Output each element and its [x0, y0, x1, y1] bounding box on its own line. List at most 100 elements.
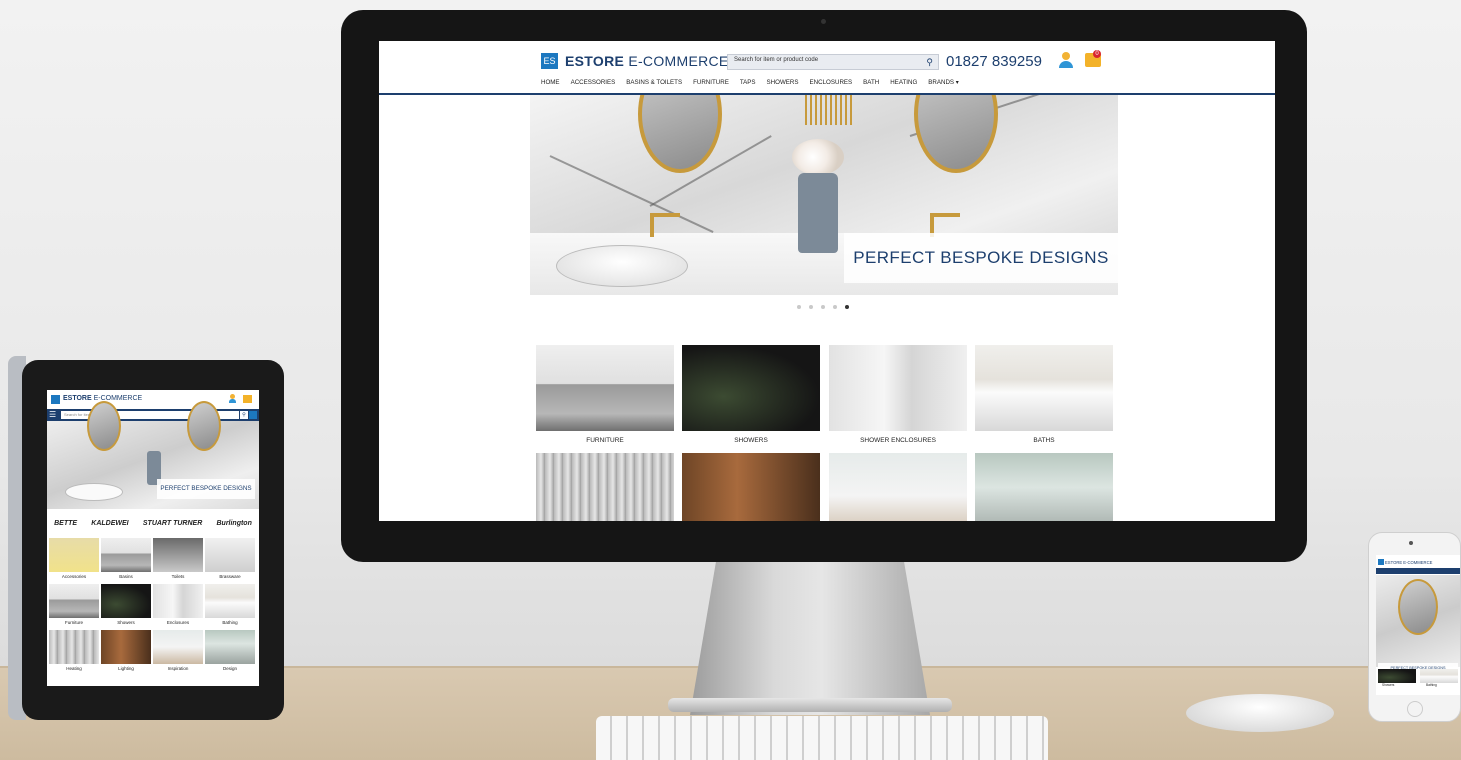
desktop-monitor: ES ESTORE E-COMMERCE Search for item or … [341, 10, 1307, 562]
tile-enclosures[interactable]: Enclosures [153, 584, 203, 625]
search-icon[interactable]: ⚲ [240, 411, 248, 419]
category-image [682, 345, 820, 431]
tile-label: Basins [119, 574, 133, 579]
category-baths[interactable]: BATHS [975, 345, 1113, 444]
logo-rest: E-COMMERCE [624, 53, 729, 69]
nav-home[interactable]: HOME [541, 79, 560, 86]
tile-label: Design [222, 666, 237, 671]
carousel-dot-active[interactable] [845, 305, 849, 309]
category-image [536, 453, 674, 521]
phone-number[interactable]: 01827 839259 [946, 53, 1042, 70]
flowers [792, 139, 844, 175]
hero-caption: PERFECT BESPOKE DESIGNS [844, 233, 1118, 283]
nav-taps[interactable]: TAPS [740, 79, 756, 86]
tablet-hero-caption: PERFECT BESPOKE DESIGNS [157, 479, 255, 499]
phone-hero-banner[interactable]: PERFECT BESPOKE DESIGNS [1376, 575, 1460, 674]
tile-label: Lighting [118, 666, 134, 671]
site-header: ES ESTORE E-COMMERCE Search for item or … [379, 41, 1275, 95]
nav-accessories[interactable]: ACCESSORIES [571, 79, 616, 86]
tablet-hero-banner[interactable]: PERFECT BESPOKE DESIGNS [47, 401, 259, 509]
tile-label: Inspiration [167, 666, 189, 671]
tile-label: Furniture [64, 620, 83, 625]
logo-badge[interactable]: ES [541, 53, 558, 69]
nav-heating[interactable]: HEATING [890, 79, 917, 86]
category-showers[interactable]: SHOWERS [682, 345, 820, 444]
carousel-dot[interactable] [809, 305, 813, 309]
tile-label: Showers [117, 620, 135, 625]
phone-logo-text[interactable]: ESTORE E-COMMERCE [1385, 560, 1432, 565]
home-button [1407, 701, 1423, 717]
tile-bathing[interactable]: Bathing [205, 584, 255, 625]
phone-search-bar[interactable] [1376, 568, 1460, 574]
tablet-logo-bold: ESTORE [63, 395, 92, 402]
brand-kaldewei[interactable]: KALDEWEI [91, 520, 128, 527]
vase [798, 173, 838, 253]
brand-bette[interactable]: BETTE [54, 520, 77, 527]
phone-screen: ESTORE E-COMMERCE PERFECT BESPOKE DESIGN… [1376, 555, 1460, 695]
hero-banner[interactable]: PERFECT BESPOKE DESIGNS [530, 95, 1118, 295]
account-icon[interactable] [229, 394, 236, 404]
phone-logo-badge[interactable] [1378, 559, 1384, 565]
category-label: FURNITURE [586, 437, 624, 444]
desktop-screen: ES ESTORE E-COMMERCE Search for item or … [379, 41, 1275, 521]
nav-basins-toilets[interactable]: BASINS & TOILETS [626, 79, 682, 86]
carousel-dot[interactable] [833, 305, 837, 309]
tile-label: Enclosures [166, 620, 190, 625]
category-heating[interactable] [536, 453, 674, 521]
category-image [975, 453, 1113, 521]
nav-enclosures[interactable]: ENCLOSURES [810, 79, 853, 86]
nav-showers[interactable]: SHOWERS [767, 79, 799, 86]
menu-icon[interactable]: ☰ [49, 411, 56, 419]
search-icon[interactable]: ⚲ [926, 57, 933, 68]
category-furniture[interactable]: FURNITURE [536, 345, 674, 444]
brand-burlington[interactable]: Burlington [216, 520, 251, 527]
monitor-stand [690, 545, 930, 715]
keyboard [596, 716, 1048, 760]
tile-heating[interactable]: Heating [49, 630, 99, 671]
category-label: SHOWER ENCLOSURES [860, 437, 936, 444]
tile-inspiration[interactable]: Inspiration [153, 630, 203, 671]
tile-showers[interactable]: Showers [101, 584, 151, 625]
tile-toilets[interactable]: Toilets [153, 538, 203, 579]
category-design[interactable] [975, 453, 1113, 521]
logo-text[interactable]: ESTORE E-COMMERCE [565, 53, 729, 69]
category-lighting[interactable] [682, 453, 820, 521]
tile-accessories[interactable]: Accessories [49, 538, 99, 579]
mirror-left [87, 401, 121, 451]
tile-lighting[interactable]: Lighting [101, 630, 151, 671]
tile-label: Heating [66, 666, 82, 671]
tablet-logo-badge[interactable] [51, 395, 60, 404]
phone-icon[interactable] [249, 411, 257, 419]
tile-brassware[interactable]: Brassware [205, 538, 255, 579]
main-nav: HOME ACCESSORIES BASINS & TOILETS FURNIT… [541, 79, 959, 86]
tile-label: Bathing [222, 620, 238, 625]
mouse [1186, 694, 1334, 732]
tile-label: Accessories [61, 574, 87, 579]
tile-furniture[interactable]: Furniture [49, 584, 99, 625]
basket-icon[interactable] [243, 395, 252, 403]
brand-stuart-turner[interactable]: STUART TURNER [143, 520, 202, 527]
phone-device: ESTORE E-COMMERCE PERFECT BESPOKE DESIGN… [1368, 532, 1461, 722]
category-inspiration[interactable] [829, 453, 967, 521]
chandelier [805, 95, 853, 125]
sink [65, 483, 123, 501]
nav-bath[interactable]: BATH [863, 79, 879, 86]
search-input[interactable]: Search for item or product code ⚲ [727, 54, 939, 70]
mirror-right [914, 95, 998, 173]
category-image [829, 345, 967, 431]
category-shower-enclosures[interactable]: SHOWER ENCLOSURES [829, 345, 967, 444]
search-placeholder: Search for item or product code [734, 57, 819, 63]
phone-tile-label: Showers [1382, 683, 1395, 687]
tile-basins[interactable]: Basins [101, 538, 151, 579]
category-label: SHOWERS [734, 437, 768, 444]
account-icon[interactable] [1059, 52, 1073, 68]
nav-brands[interactable]: BRANDS ▾ [928, 79, 959, 86]
tile-design[interactable]: Design [205, 630, 255, 671]
nav-furniture[interactable]: FURNITURE [693, 79, 729, 86]
phone-tile-image[interactable] [1378, 669, 1416, 683]
sink-left [556, 245, 688, 287]
carousel-dot[interactable] [821, 305, 825, 309]
logo-bold: ESTORE [565, 53, 625, 69]
carousel-dot[interactable] [797, 305, 801, 309]
phone-tile-image[interactable] [1420, 669, 1458, 683]
